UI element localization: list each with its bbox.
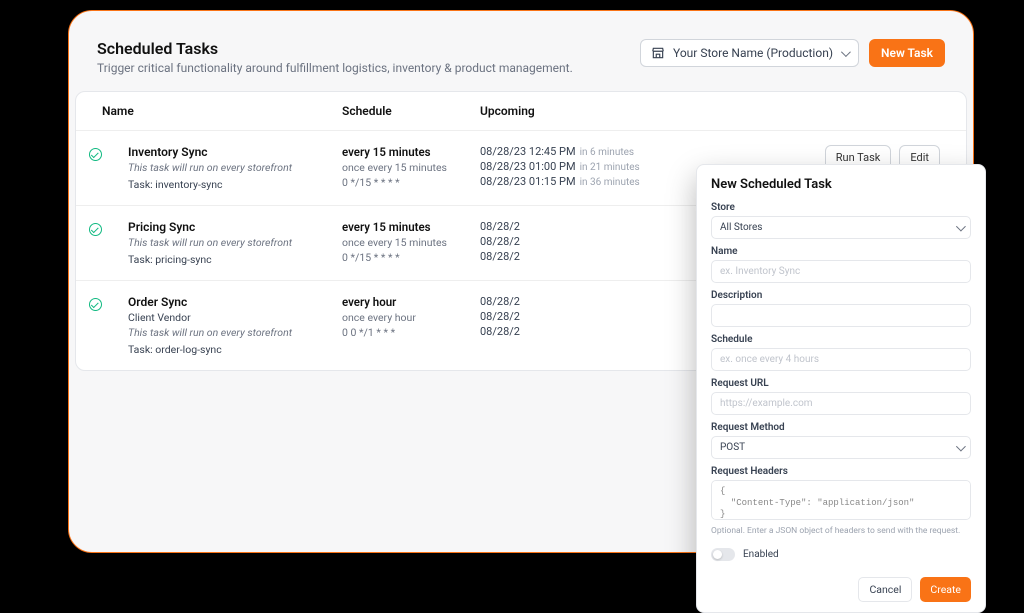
task-slug: Task: order-log-sync [128,343,342,356]
col-name: Name [102,104,342,118]
schedule-readable: once every 15 minutes [342,236,480,249]
task-desc: This task will run on every storefront [128,326,342,339]
description-label: Description [711,290,971,301]
status-success-icon [89,223,102,236]
schedule-cron: 0 */15 * * * * [342,176,480,189]
headers-input[interactable]: { "Content-Type": "application/json" } [711,480,971,520]
schedule-cron: 0 */15 * * * * [342,251,480,264]
url-label: Request URL [711,378,971,389]
store-label: Store [711,202,971,213]
headers-help: Optional. Enter a JSON object of headers… [711,526,971,536]
method-label: Request Method [711,422,971,433]
store-icon [651,46,665,60]
enabled-label: Enabled [743,549,779,560]
upcoming-time: 08/28/23 12:45 PMin 6 minutes [480,145,825,158]
schedule-cron: 0 0 */1 * * * [342,326,480,339]
store-select[interactable] [711,216,971,239]
schedule-readable: once every hour [342,311,480,324]
col-upcoming: Upcoming [480,104,940,118]
task-desc: This task will run on every storefront [128,161,342,174]
new-task-button[interactable]: New Task [869,39,945,67]
url-input[interactable] [711,392,971,415]
page-header: Scheduled Tasks Trigger critical functio… [69,39,973,91]
chevron-down-icon [841,47,851,57]
store-picker-label: Your Store Name (Production) [673,46,833,60]
enabled-toggle[interactable] [711,548,735,561]
page-title: Scheduled Tasks [97,39,573,58]
page-subtitle: Trigger critical functionality around fu… [97,61,573,75]
schedule-main: every hour [342,295,480,309]
create-button[interactable]: Create [920,577,971,602]
table-header: Name Schedule Upcoming [76,92,966,131]
task-slug: Task: pricing-sync [128,253,342,266]
schedule-label: Schedule [711,334,971,345]
cancel-button[interactable]: Cancel [858,577,912,602]
schedule-main: every 15 minutes [342,145,480,159]
headers-label: Request Headers [711,466,971,477]
description-input[interactable] [711,304,971,327]
task-name: Inventory Sync [128,145,342,159]
modal-title: New Scheduled Task [711,177,971,192]
store-picker[interactable]: Your Store Name (Production) [640,39,859,67]
schedule-main: every 15 minutes [342,220,480,234]
status-success-icon [89,298,102,311]
task-name: Order Sync [128,295,342,309]
schedule-input[interactable] [711,348,971,371]
name-label: Name [711,246,971,257]
status-success-icon [89,148,102,161]
col-schedule: Schedule [342,104,480,118]
task-vendor: Client Vendor [128,311,342,324]
schedule-readable: once every 15 minutes [342,161,480,174]
name-input[interactable] [711,260,971,283]
method-select[interactable] [711,436,971,459]
new-task-modal: New Scheduled Task Store Name Descriptio… [696,164,986,613]
task-slug: Task: inventory-sync [128,178,342,191]
task-desc: This task will run on every storefront [128,236,342,249]
task-name: Pricing Sync [128,220,342,234]
